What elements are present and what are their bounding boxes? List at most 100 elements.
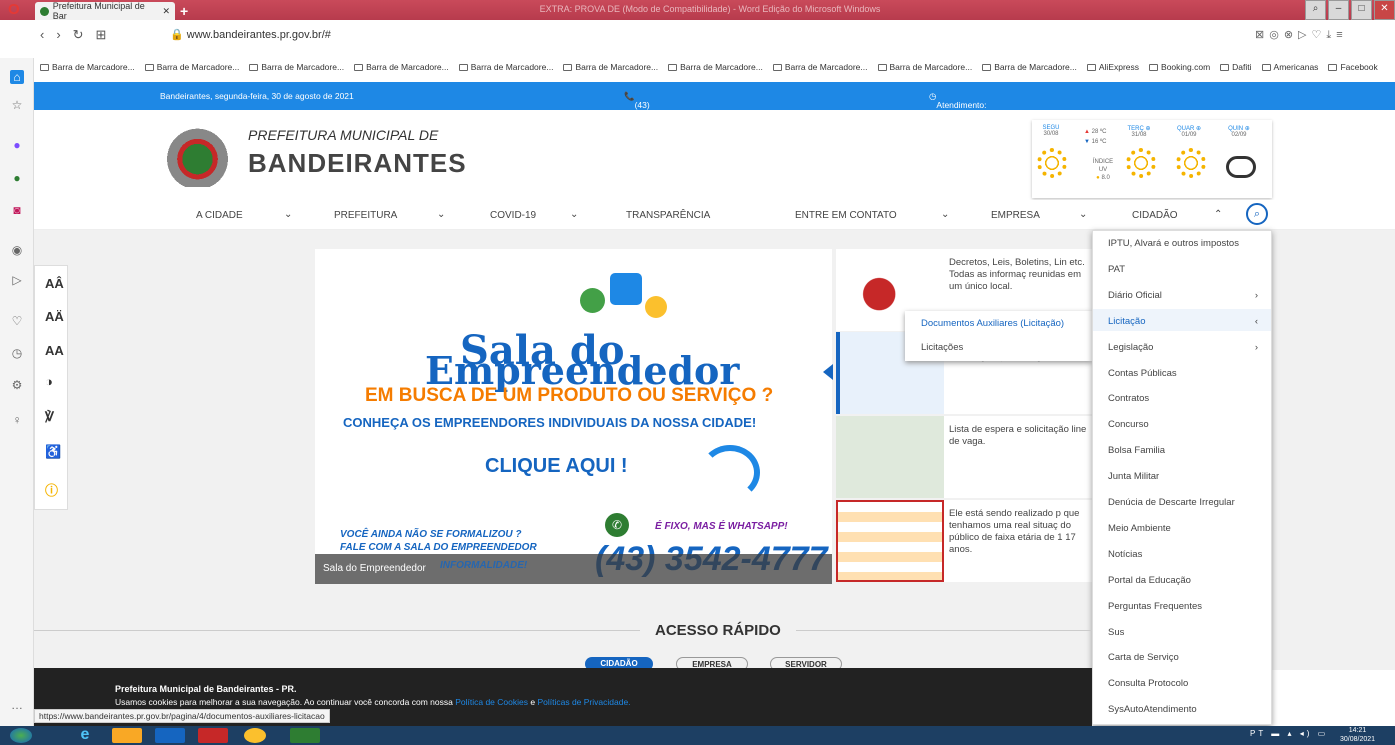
dropdown-item[interactable]: Portal da Educação [1108,575,1258,586]
city-crest-logo[interactable] [160,125,235,187]
close-tab-icon[interactable]: ✕ [162,6,170,17]
dropdown-item[interactable]: Meio Ambiente [1108,523,1258,534]
news-item[interactable]: Ele está sendo realizado p que tenhamos … [836,500,1093,582]
whatsapp-icon[interactable]: ● [10,171,24,185]
bookmark-item[interactable]: Barra de Marcadore... [354,62,449,72]
dropdown-item[interactable]: Diário Oficial › [1108,290,1258,301]
url-input[interactable]: 🔒 www.bandeirantes.pr.gov.br/# [170,28,331,41]
dropdown-item[interactable]: Carta de Serviço [1108,652,1258,663]
contrast-icon[interactable]: ◑ [45,374,53,389]
search-icon[interactable]: ⌕ [1246,203,1268,225]
dropdown-item[interactable]: Consulta Protocolo [1108,678,1258,689]
minimize-button[interactable]: – [1328,0,1349,20]
toolbar-icons[interactable]: ⊠◎⊗▷♡⤓≡ [1255,28,1348,42]
dropdown-item[interactable]: Notícias [1108,549,1258,560]
bookmark-item[interactable]: Barra de Marcadore... [144,62,239,72]
menu-transparencia[interactable]: TRANSPARÊNCIA [626,210,710,221]
font-reset-icon[interactable]: AA [45,343,64,358]
weather-day-3[interactable]: QUAR ⊕ 01/09 [1172,125,1206,138]
whatsapp-icon: ✆ [605,513,629,537]
dropdown-item[interactable]: Bolsa Familia [1108,445,1258,456]
bookmark-item[interactable]: Barra de Marcadore... [40,62,135,72]
maximize-button[interactable]: □ [1351,0,1372,20]
flow-icon[interactable]: ▷ [10,273,24,287]
dropdown-item-label: Junta Militar [1108,471,1160,483]
wheelchair-icon[interactable]: ♿ [45,444,61,460]
bookmark-item[interactable]: Barra de Marcadore... [458,62,554,72]
dropdown-item[interactable]: Denúcia de Descarte Irregular [1108,497,1258,508]
start-button[interactable] [10,728,32,743]
dropdown-item[interactable]: IPTU, Alvará e outros impostos [1108,238,1258,249]
ie-icon[interactable]: e [70,727,100,743]
menu-covid[interactable]: COVID-19 [490,210,536,221]
excel-icon[interactable] [290,728,320,743]
bulb-icon[interactable]: ♀ [10,413,24,427]
bookmark-item[interactable]: Barra de Marcadore... [249,62,344,72]
news-item[interactable]: Lista de espera e solicitação line de va… [836,416,1093,498]
chevron-left-icon: ‹ [1254,315,1258,327]
browser-tab[interactable]: Prefeitura Municipal de Bar ✕ [35,1,175,21]
bookmark-item[interactable]: Booking.com [1149,62,1210,72]
dropdown-item-label: Portal da Educação [1108,574,1191,586]
bookmark-item[interactable]: Facebook [1328,62,1378,72]
dropdown-item[interactable]: Junta Militar [1108,471,1258,482]
search-tabs-icon[interactable]: ⌕ [1305,0,1326,20]
chrome-icon[interactable] [244,728,266,743]
menu-a-cidade[interactable]: A CIDADE [196,210,243,221]
temperatures: ▲ 28 ºC ▼ 16 ºC [1084,129,1107,145]
menu-cidadao[interactable]: CIDADÃO [1132,210,1178,221]
bookmark-item[interactable]: Barra de Marcadore... [772,62,868,72]
privacy-policy-link[interactable]: Políticas de Privacidade. [537,697,630,707]
more-icon[interactable]: … [10,698,24,712]
bookmark-item[interactable]: Barra de Marcadore... [877,62,972,72]
bookmark-item[interactable]: AliExpress [1086,62,1139,72]
submenu-licitacoes[interactable]: Licitações [921,342,963,353]
menu-empresa[interactable]: EMPRESA [991,210,1040,221]
menu-prefeitura[interactable]: PREFEITURA [334,210,397,221]
submenu-documentos-auxiliares[interactable]: Documentos Auxiliares (Licitação) [921,318,1064,329]
dropdown-item[interactable]: SysAutoAtendimento [1108,704,1258,715]
player-icon[interactable]: ◉ [10,243,24,257]
close-window-button[interactable]: ✕ [1374,0,1395,20]
heart-icon[interactable]: ♡ [10,314,24,328]
font-decrease-icon[interactable]: AÄ [45,309,64,324]
dropdown-item[interactable]: Contratos [1108,393,1258,404]
weather-day-2[interactable]: TERÇ ⊕ 31/08 [1122,125,1156,138]
history-icon[interactable]: ◷ [10,346,24,360]
dropdown-item[interactable]: Licitação ‹ [1108,316,1258,327]
cookie-policy-link[interactable]: Política de Cookies [455,697,528,707]
messenger-icon[interactable]: ● [10,138,24,152]
dropdown-item[interactable]: Concurso [1108,419,1258,430]
weather-day-4[interactable]: QUIN ⊕ 02/09 [1222,125,1256,138]
site-title-line1: PREFEITURA MUNICIPAL DE [248,127,439,143]
bookmark-item[interactable]: Barra de Marcadore... [563,62,658,72]
new-tab-button[interactable]: + [180,3,188,19]
settings-icon[interactable]: ⚙ [10,378,24,392]
dropdown-item[interactable]: Contas Públicas [1108,368,1258,379]
font-increase-icon[interactable]: AÂ [45,276,64,291]
bookmark-item[interactable]: Americanas [1261,62,1318,72]
instagram-icon[interactable]: ◙ [10,203,24,217]
dropdown-item[interactable]: PAT [1108,264,1258,275]
opera-logo-icon[interactable]: O [8,1,20,18]
dropdown-item[interactable]: Perguntas Frequentes [1108,601,1258,612]
chevron-down-icon: ⌄ [1079,209,1088,220]
bookmark-item[interactable]: Barra de Marcadore... [982,62,1077,72]
system-tray[interactable]: PT ▬ ▴ ◂) ▭ [1250,729,1328,738]
nav-buttons[interactable]: ‹›↻⊞ [40,27,118,43]
home-icon[interactable]: ⌂ [10,70,24,84]
dropdown-item[interactable]: Legislação › [1108,342,1258,353]
explorer-icon[interactable] [112,728,142,743]
bookmark-item[interactable]: Barra de Marcadore... [668,62,763,72]
bookmark-icon[interactable]: ☆ [10,98,24,112]
bookmark-label: Barra de Marcadore... [470,62,554,72]
office-hours: ◷ Atendimento: De Segunda a Sexta das 7:… [929,91,987,170]
bookmark-item[interactable]: Dafiti [1220,62,1252,72]
word-icon[interactable] [155,728,185,743]
opera-icon[interactable] [198,728,228,743]
info-icon[interactable]: ⓘ [45,480,58,499]
dropdown-item[interactable]: Sus [1108,627,1258,638]
menu-contato[interactable]: ENTRE EM CONTATO [795,210,897,221]
clock[interactable]: 14:21 30/08/2021 [1340,726,1375,744]
hearing-icon[interactable]: ℣ [45,409,54,425]
